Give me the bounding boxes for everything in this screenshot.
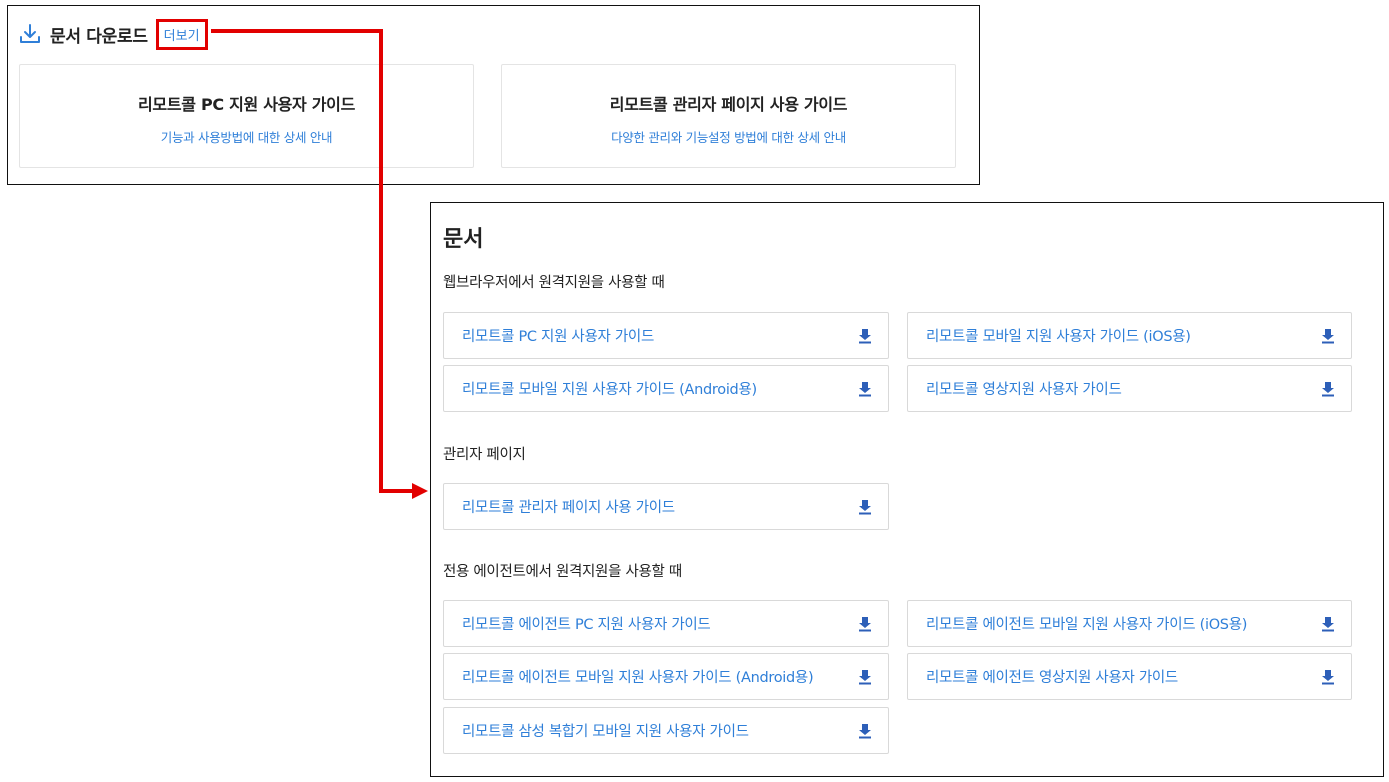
- doc-item-mobile-ios[interactable]: 리모트콜 모바일 지원 사용자 가이드 (iOS용): [907, 312, 1352, 359]
- card-description: 기능과 사용방법에 대한 상세 안내: [160, 130, 333, 145]
- doc-item-agent-pc-support[interactable]: 리모트콜 에이전트 PC 지원 사용자 가이드: [443, 600, 889, 647]
- download-tray-icon: [20, 24, 40, 43]
- card-description: 다양한 관리와 기능설정 방법에 대한 상세 안내: [611, 130, 846, 145]
- documents-panel: 문서 웹브라우저에서 원격지원을 사용할 때 리모트콜 PC 지원 사용자 가이…: [430, 202, 1384, 777]
- documents-title: 문서: [443, 227, 484, 252]
- download-arrow-icon: [859, 723, 871, 738]
- document-download-panel: 문서 다운로드 더보기 리모트콜 PC 지원 사용자 가이드 기능과 사용방법에…: [7, 5, 980, 185]
- download-arrow-icon: [1322, 381, 1334, 396]
- card-title: 리모트콜 PC 지원 사용자 가이드: [138, 95, 355, 114]
- doc-item-samsung-mfp-mobile[interactable]: 리모트콜 삼성 복합기 모바일 지원 사용자 가이드: [443, 707, 889, 754]
- download-arrow-icon: [859, 328, 871, 343]
- doc-item-admin-page[interactable]: 리모트콜 관리자 페이지 사용 가이드: [443, 483, 889, 530]
- download-arrow-icon: [1322, 328, 1334, 343]
- card-title: 리모트콜 관리자 페이지 사용 가이드: [609, 95, 848, 114]
- doc-item-label: 리모트콜 에이전트 영상지원 사용자 가이드: [926, 670, 1178, 686]
- doc-item-label: 리모트콜 에이전트 모바일 지원 사용자 가이드 (Android용): [462, 670, 814, 686]
- section-label-admin-page: 관리자 페이지: [443, 447, 526, 463]
- doc-item-label: 리모트콜 영상지원 사용자 가이드: [926, 382, 1122, 398]
- doc-item-label: 리모트콜 관리자 페이지 사용 가이드: [462, 500, 675, 516]
- doc-item-agent-mobile-ios[interactable]: 리모트콜 에이전트 모바일 지원 사용자 가이드 (iOS용): [907, 600, 1352, 647]
- doc-item-video-support[interactable]: 리모트콜 영상지원 사용자 가이드: [907, 365, 1352, 412]
- card-pc-support-guide[interactable]: 리모트콜 PC 지원 사용자 가이드 기능과 사용방법에 대한 상세 안내: [19, 64, 474, 168]
- doc-item-mobile-android[interactable]: 리모트콜 모바일 지원 사용자 가이드 (Android용): [443, 365, 889, 412]
- panel-title: 문서 다운로드: [50, 26, 148, 47]
- doc-item-label: 리모트콜 모바일 지원 사용자 가이드 (Android용): [462, 382, 757, 398]
- card-admin-page-guide[interactable]: 리모트콜 관리자 페이지 사용 가이드 다양한 관리와 기능설정 방법에 대한 …: [501, 64, 956, 168]
- section-label-dedicated-agent: 전용 에이전트에서 원격지원을 사용할 때: [443, 564, 682, 580]
- doc-item-label: 리모트콜 모바일 지원 사용자 가이드 (iOS용): [926, 329, 1191, 345]
- panel-header: 문서 다운로드 더보기: [18, 18, 208, 50]
- download-arrow-icon: [859, 669, 871, 684]
- download-arrow-icon: [1322, 616, 1334, 631]
- download-arrow-icon: [859, 499, 871, 514]
- doc-item-agent-video-support[interactable]: 리모트콜 에이전트 영상지원 사용자 가이드: [907, 653, 1352, 700]
- doc-item-label: 리모트콜 PC 지원 사용자 가이드: [462, 329, 654, 345]
- section-label-web-browser: 웹브라우저에서 원격지원을 사용할 때: [443, 275, 665, 291]
- download-arrow-icon: [859, 381, 871, 396]
- doc-item-label: 리모트콜 에이전트 모바일 지원 사용자 가이드 (iOS용): [926, 617, 1248, 633]
- download-arrow-icon: [859, 616, 871, 631]
- doc-item-pc-support[interactable]: 리모트콜 PC 지원 사용자 가이드: [443, 312, 889, 359]
- doc-item-agent-mobile-android[interactable]: 리모트콜 에이전트 모바일 지원 사용자 가이드 (Android용): [443, 653, 889, 700]
- doc-item-label: 리모트콜 삼성 복합기 모바일 지원 사용자 가이드: [462, 724, 749, 740]
- more-link[interactable]: 더보기: [155, 18, 208, 50]
- download-arrow-icon: [1322, 669, 1334, 684]
- doc-item-label: 리모트콜 에이전트 PC 지원 사용자 가이드: [462, 617, 711, 633]
